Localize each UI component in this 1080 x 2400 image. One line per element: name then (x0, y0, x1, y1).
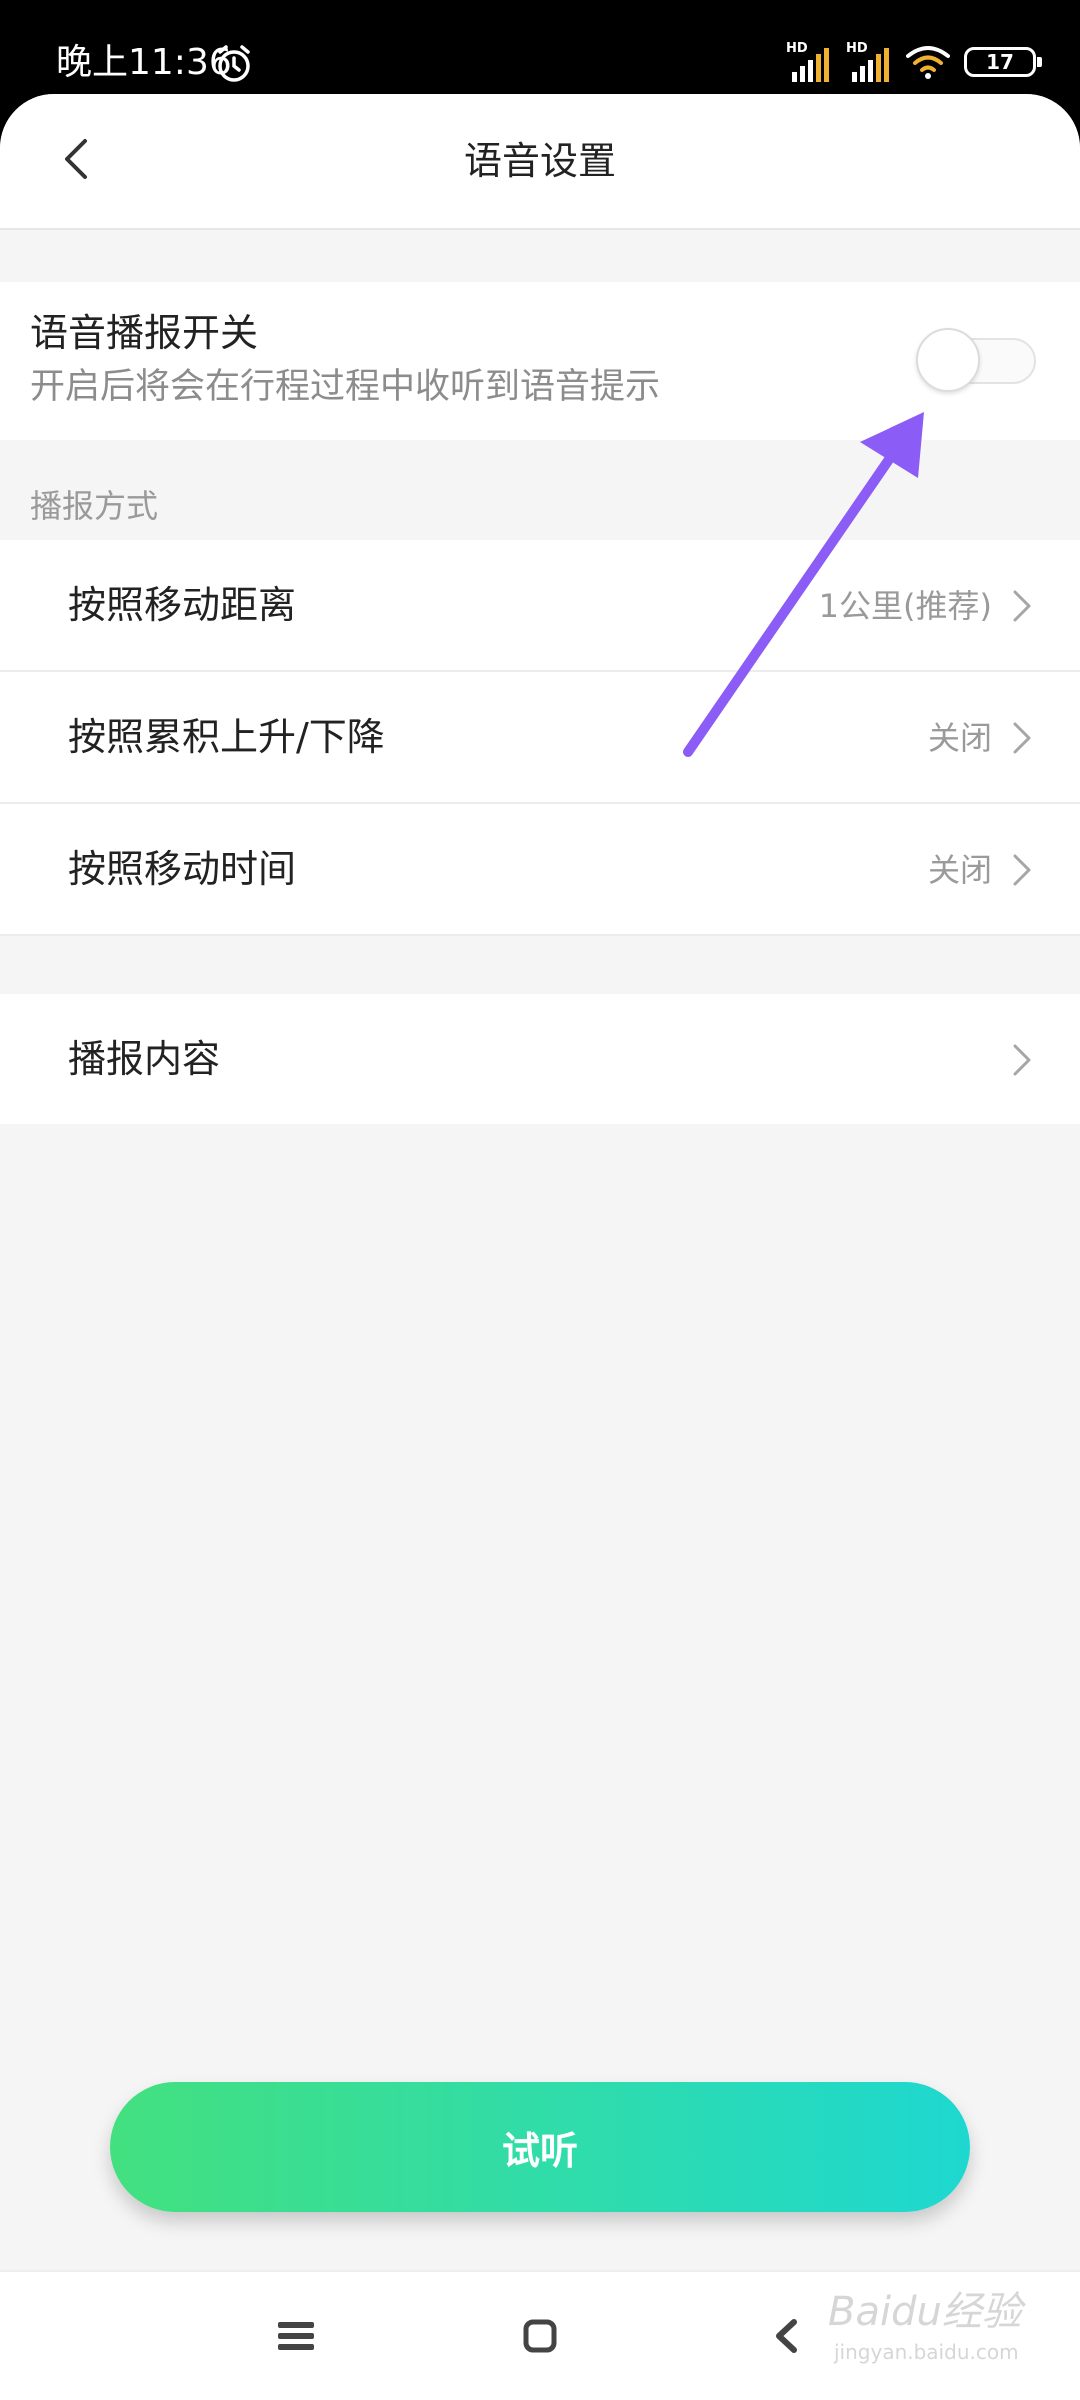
signal-icon-2: HD (846, 42, 892, 82)
alarm-clock-icon (218, 45, 250, 82)
voice-switch-title: 语音播报开关 (30, 311, 259, 355)
list-item-label: 按照移动距离 (68, 583, 297, 627)
signal-icon: HD (786, 42, 832, 82)
chevron-right-icon (1013, 854, 1031, 886)
listen-preview-label: 试听 (501, 2128, 578, 2173)
chevron-right-icon (1013, 1044, 1031, 1076)
home-square-icon (523, 2319, 557, 2353)
list-item-distance[interactable]: 按照移动距离 1公里(推荐) (0, 540, 1080, 670)
page-title: 语音设置 (463, 139, 616, 183)
toggle-knob (916, 328, 980, 392)
watermark: Baidu经验 (828, 2289, 1022, 2335)
list-item-elevation[interactable]: 按照累积上升/下降 关闭 (0, 672, 1080, 802)
list-item-label: 播报内容 (68, 1037, 221, 1081)
divider (0, 934, 1080, 936)
voice-broadcast-toggle[interactable] (916, 328, 1038, 392)
battery-level: 17 (986, 50, 1014, 74)
list-item-broadcast-content[interactable]: 播报内容 (0, 994, 1080, 1124)
status-time: 晚上11:36 (56, 42, 232, 83)
status-indicators: HD HD 17 (786, 40, 1042, 84)
watermark-url: jingyan.baidu.com (834, 2340, 1019, 2364)
menu-icon (278, 2322, 314, 2350)
list-item-value: 关闭 (927, 719, 992, 757)
top-bar: 语音设置 (0, 94, 1080, 230)
list-item-value: 关闭 (927, 851, 992, 889)
list-item-value: 1公里(推荐) (818, 587, 992, 625)
section-label-broadcast-mode: 播报方式 (30, 487, 159, 525)
list-item-time[interactable]: 按照移动时间 关闭 (0, 804, 1080, 934)
list-item-label: 按照移动时间 (68, 847, 297, 891)
chevron-right-icon (1013, 590, 1031, 622)
nav-back-button[interactable] (756, 2306, 816, 2366)
back-triangle-icon (776, 2319, 797, 2353)
nav-home-button[interactable] (510, 2306, 570, 2366)
voice-broadcast-switch-row: 语音播报开关 开启后将会在行程过程中收听到语音提示 (0, 282, 1080, 440)
list-item-label: 按照累积上升/下降 (68, 715, 385, 759)
battery-icon: 17 (964, 47, 1042, 77)
voice-switch-description: 开启后将会在行程过程中收听到语音提示 (30, 367, 661, 407)
nav-menu-button[interactable] (266, 2306, 326, 2366)
chevron-right-icon (1013, 722, 1031, 754)
listen-preview-button[interactable]: 试听 (110, 2082, 970, 2212)
wifi-icon (906, 46, 950, 79)
voice-settings-screen: 语音设置 语音播报开关 开启后将会在行程过程中收听到语音提示 播报方式 按照移动… (0, 94, 1080, 2400)
status-bar: 晚上11:36 HD HD 17 (0, 0, 1080, 100)
